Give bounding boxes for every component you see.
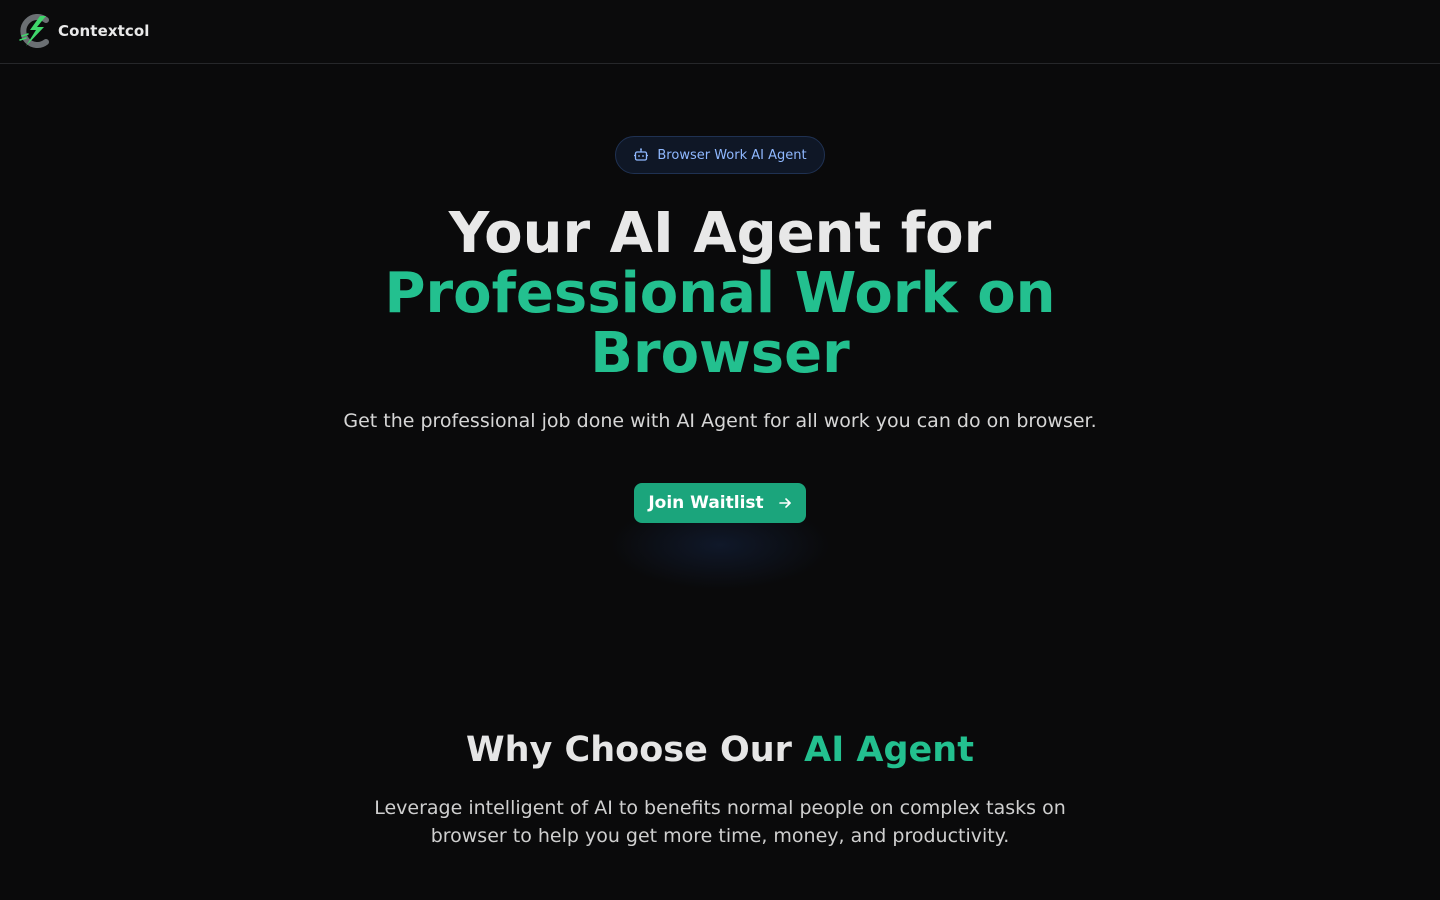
why-choose-description: Leverage intelligent of AI to benefits n… xyxy=(374,797,1066,847)
hero-subtitle: Get the professional job done with AI Ag… xyxy=(343,410,1097,432)
why-choose-title-prefix: Why Choose Our xyxy=(466,730,805,770)
top-navigation-bar: Contextcol xyxy=(0,0,1440,64)
why-choose-title: Why Choose Our AI Agent xyxy=(0,728,1440,772)
hero-badge: Browser Work AI Agent xyxy=(615,136,825,174)
hero-title: Your AI Agent for Professional Work on B… xyxy=(0,204,1440,384)
brand-name: Contextcol xyxy=(58,22,150,40)
join-waitlist-label: Join Waitlist xyxy=(648,493,764,513)
why-choose-title-accent: AI Agent xyxy=(804,730,974,770)
brand-logo-link[interactable]: Contextcol xyxy=(16,14,150,48)
arrow-right-icon xyxy=(778,498,791,508)
hero-title-line-2: Professional Work on xyxy=(384,261,1056,326)
hero-title-line-3: Browser xyxy=(590,321,850,386)
join-waitlist-button[interactable]: Join Waitlist xyxy=(634,483,806,523)
lightning-c-logo-icon xyxy=(19,14,49,48)
robot-icon xyxy=(634,148,649,161)
hero-badge-label: Browser Work AI Agent xyxy=(657,147,807,163)
hero-title-line-1: Your AI Agent for xyxy=(448,201,992,266)
